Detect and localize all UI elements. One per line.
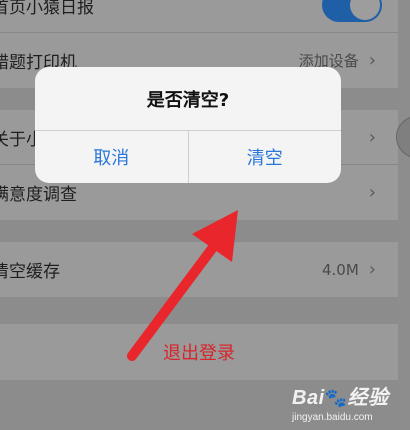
watermark-suffix: 经验 <box>347 387 389 409</box>
watermark-url: jingyan.baidu.com <box>292 412 373 423</box>
red-arrow-icon <box>127 210 238 361</box>
watermark-brand: Bai🐾经验 <box>292 381 392 410</box>
watermark-brand-text: Bai <box>292 387 325 409</box>
paw-icon: 🐾 <box>324 388 348 408</box>
baidu-jingyan-watermark: Bai🐾经验 jingyan.baidu.com <box>292 381 392 427</box>
settings-screen: 首页小猿日报 错题打印机 添加设备 › 关于小 › 满意度调查 › 清空缓存 4… <box>0 0 410 430</box>
